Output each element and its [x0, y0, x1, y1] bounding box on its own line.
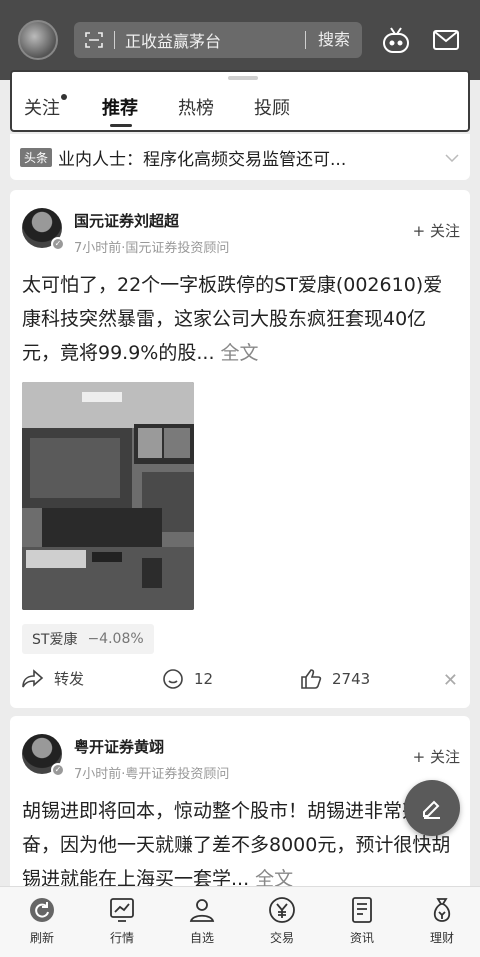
bottom-nav: 刷新 行情 自选 交易 资讯 理财 — [0, 886, 480, 957]
scan-icon[interactable] — [74, 30, 114, 50]
author-avatar[interactable]: ✓ — [22, 734, 65, 777]
post-card[interactable]: ✓ 国元证券刘超超 7小时前·国元证券投资顾问 + 关注 太可怕了，22个一字板… — [10, 190, 470, 708]
post-author[interactable]: ✓ 国元证券刘超超 7小时前·国元证券投资顾问 — [22, 208, 229, 256]
compose-button[interactable] — [404, 780, 460, 836]
drag-handle[interactable] — [228, 76, 258, 80]
nav-news[interactable]: 资讯 — [332, 895, 392, 946]
verified-icon: ✓ — [51, 763, 65, 777]
post-body[interactable]: 太可怕了，22个一字板跌停的ST爱康(002610)爱康科技突然暴雷，这家公司大… — [22, 268, 458, 370]
stock-name: ST爱康 — [32, 632, 78, 648]
post-subtitle: 7小时前·粤开证券投资顾问 — [74, 767, 230, 782]
search-button[interactable]: 搜索 — [304, 31, 362, 49]
nav-market[interactable]: 行情 — [92, 895, 152, 946]
like-button[interactable]: 2743 — [300, 668, 370, 690]
repost-button[interactable]: 转发 — [22, 668, 84, 689]
post-card[interactable]: ✓ 粤开证券黄翊 7小时前·粤开证券投资顾问 + 关注 胡锡进即将回本，惊动整个… — [10, 716, 470, 906]
comment-button[interactable]: 12 — [162, 668, 213, 690]
stock-change: −4.08% — [87, 631, 144, 647]
nav-trade[interactable]: 交易 — [252, 895, 312, 946]
robot-icon[interactable] — [380, 24, 412, 56]
active-tab-indicator — [110, 124, 132, 127]
user-avatar[interactable] — [18, 20, 58, 60]
author-avatar[interactable]: ✓ — [22, 208, 65, 251]
money-bag-icon — [412, 895, 472, 925]
post-image[interactable] — [22, 382, 194, 610]
document-icon — [332, 895, 392, 925]
unread-dot — [61, 94, 67, 100]
post-author[interactable]: ✓ 粤开证券黄翊 7小时前·粤开证券投资顾问 — [22, 734, 229, 782]
tab-advisor[interactable]: 投顾 — [254, 94, 290, 120]
author-name[interactable]: 粤开证券黄翊 — [74, 736, 229, 757]
post-actions: 转发 12 2743 ✕ — [10, 668, 470, 694]
top-bar: 正收益赢茅台 搜索 — [0, 0, 480, 80]
read-more-link[interactable]: 全文 — [221, 342, 259, 364]
nav-wealth[interactable]: 理财 — [412, 895, 472, 946]
mail-icon[interactable] — [432, 26, 460, 54]
post-body[interactable]: 胡锡进即将回本，惊动整个股市！胡锡进非常兴奋，因为他一天就赚了差不多8000元，… — [22, 794, 458, 896]
tab-recommend[interactable]: 推荐 — [102, 94, 138, 120]
tab-hot[interactable]: 热榜 — [178, 94, 214, 120]
dismiss-icon[interactable]: ✕ — [443, 670, 458, 691]
author-name[interactable]: 国元证券刘超超 — [74, 210, 229, 231]
pencil-icon — [423, 800, 440, 819]
tab-follow[interactable]: 关注 — [24, 94, 67, 120]
verified-icon: ✓ — [51, 237, 65, 251]
comment-icon — [163, 669, 183, 689]
chart-icon — [92, 895, 152, 925]
search-bar[interactable]: 正收益赢茅台 搜索 — [74, 22, 362, 58]
post-subtitle: 7小时前·国元证券投资顾问 — [74, 241, 230, 256]
follow-button[interactable]: + 关注 — [413, 220, 460, 241]
user-icon — [172, 895, 232, 925]
headline-tag: 头条 — [20, 147, 53, 167]
nav-watchlist[interactable]: 自选 — [172, 895, 232, 946]
yen-icon — [252, 895, 312, 925]
stock-tag[interactable]: ST爱康 −4.08% — [22, 624, 154, 654]
headline-banner[interactable]: 头条 业内人士：程序化高频交易监管还可... — [10, 134, 470, 180]
thumbs-up-icon — [301, 669, 322, 689]
tab-bar: 关注 推荐 热榜 投顾 — [10, 70, 470, 132]
search-placeholder: 正收益赢茅台 — [125, 32, 222, 51]
follow-button[interactable]: + 关注 — [413, 746, 460, 767]
headline-text[interactable]: 业内人士：程序化高频交易监管还可... — [58, 145, 434, 170]
nav-refresh[interactable]: 刷新 — [12, 895, 72, 946]
chevron-down-icon[interactable] — [434, 147, 470, 167]
share-icon — [22, 668, 44, 687]
refresh-icon — [12, 895, 72, 925]
